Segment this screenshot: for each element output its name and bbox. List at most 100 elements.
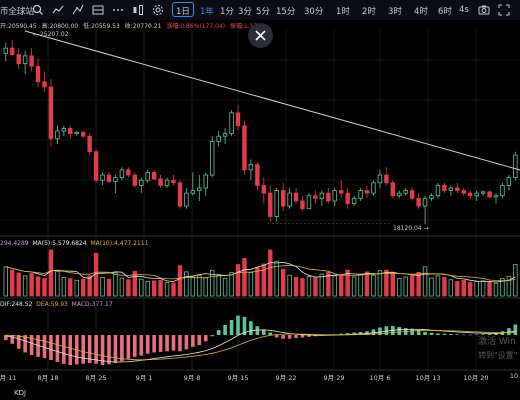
macd-bar <box>152 335 156 353</box>
volume-bar <box>403 276 408 297</box>
volume-readout: 294.4289 MA(5):5,579.6824 MA(10):4,477.2… <box>0 240 148 247</box>
macd-layer <box>4 315 518 365</box>
candle-body <box>261 184 266 194</box>
volume-bar <box>119 277 125 297</box>
macd-bar <box>249 321 253 335</box>
candle-body <box>351 197 357 204</box>
volume-bar <box>358 273 363 297</box>
volume-bar <box>300 278 305 297</box>
volume-bar <box>87 275 92 297</box>
macd-bar <box>461 334 466 336</box>
macd-bar <box>436 333 440 335</box>
volume-bar <box>293 277 299 297</box>
candle-body <box>467 192 473 197</box>
macd-bar <box>236 315 240 335</box>
macd-bar <box>184 335 189 350</box>
candle-body <box>132 174 137 186</box>
volume-bar <box>61 277 67 297</box>
volume-bar <box>145 281 150 297</box>
volume-bar <box>313 277 318 297</box>
candle-body <box>126 169 131 176</box>
candle-body <box>48 86 54 140</box>
volume-bar <box>371 274 376 297</box>
x-tick: 10月 13 <box>415 374 441 382</box>
x-tick: 8月 11 <box>0 374 17 382</box>
candle-body <box>455 187 460 191</box>
candle-body <box>409 190 415 199</box>
candle-body <box>287 192 292 207</box>
candle-body <box>10 47 15 56</box>
macd-readout: DIF:248.52 DEA:59.93 MACD:377.17 <box>0 301 113 308</box>
macd-bar <box>203 335 208 342</box>
close-button[interactable] <box>248 23 273 48</box>
candle-body <box>293 192 299 202</box>
macd-bar <box>229 320 234 335</box>
macd-bar <box>49 335 53 360</box>
tab-kdj[interactable]: KDJ <box>14 389 26 397</box>
candle-body <box>248 164 254 171</box>
macd-bar <box>68 335 73 365</box>
macd-bar <box>133 335 137 357</box>
candle-body <box>209 140 215 176</box>
candle-body <box>29 55 34 67</box>
candle-body <box>184 192 189 207</box>
macd-bar <box>10 335 15 344</box>
volume-bar <box>222 278 228 297</box>
volume-bar <box>171 282 176 297</box>
candlestick-chart[interactable] <box>0 0 520 372</box>
candle-body <box>106 174 112 182</box>
volume-bar <box>435 275 441 297</box>
low-price-marker: 18120.04 → <box>393 225 429 232</box>
volume-bar <box>190 276 196 297</box>
candle-body <box>119 169 125 179</box>
candle-body <box>16 54 21 65</box>
candle-body <box>474 192 479 197</box>
volume-bar <box>158 279 163 297</box>
candle-body <box>113 177 118 182</box>
candle-body <box>35 65 41 83</box>
candle-body <box>139 179 144 186</box>
candle-body <box>513 154 518 179</box>
volume-value: 294.4289 <box>0 240 29 247</box>
candle-body <box>300 200 305 210</box>
candle-body <box>390 182 395 197</box>
macd-bar <box>16 335 21 349</box>
candle-body <box>480 191 486 194</box>
macd-bar <box>455 334 460 335</box>
candle-body <box>338 190 344 194</box>
macd-bar <box>126 335 131 359</box>
candle-body <box>435 184 441 197</box>
candle-body <box>177 182 183 207</box>
x-tick: 9月 22 <box>275 374 297 382</box>
volume-ma5: MA(5):5,579.6824 <box>32 240 87 247</box>
macd-bar <box>274 335 279 338</box>
volume-bar <box>442 277 447 297</box>
x-tick: 10月 6 <box>369 374 391 382</box>
volume-bar <box>384 269 389 297</box>
macd-dea: DEA:59.93 <box>36 301 68 308</box>
volume-bar <box>261 263 266 297</box>
volume-bar <box>397 278 402 297</box>
volume-bar <box>338 274 344 297</box>
macd-bar <box>120 335 124 362</box>
candle-body <box>377 174 383 184</box>
volume-bar <box>493 282 499 297</box>
volume-bar <box>306 275 312 297</box>
candle-body <box>22 55 28 65</box>
volume-bar <box>177 265 183 297</box>
volume-bar <box>29 273 34 297</box>
high-price-marker: ← 25207.02 <box>33 31 69 38</box>
macd-bar <box>442 333 447 335</box>
volume-bar <box>248 272 254 297</box>
volume-bar <box>10 269 15 297</box>
volume-bar <box>235 264 241 297</box>
x-tick: 8月 25 <box>85 374 107 382</box>
volume-bar <box>422 266 428 297</box>
macd-bar <box>145 335 150 354</box>
candle-body <box>61 128 67 132</box>
macd-bar <box>42 335 47 359</box>
candle-body <box>242 125 247 171</box>
volume-bar <box>22 275 28 297</box>
volume-ma10: MA(10):4,477.2111 <box>90 240 149 247</box>
x-tick: 9月 8 <box>183 374 201 382</box>
